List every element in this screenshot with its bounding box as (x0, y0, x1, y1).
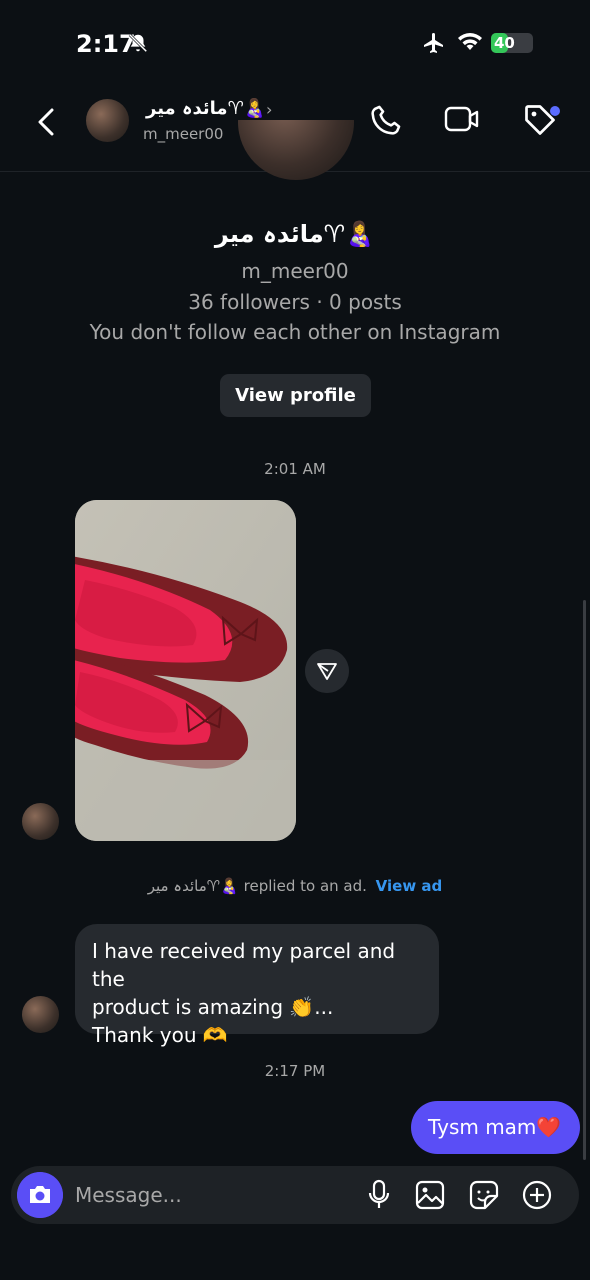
timestamp: 2:17 PM (264, 1062, 326, 1080)
profile-name: مائدہ میر♈👩‍🍼 (214, 220, 376, 248)
phone-call-button[interactable] (370, 102, 404, 136)
airplane-mode-icon (424, 33, 443, 53)
avatar[interactable] (22, 996, 59, 1033)
follow-status: You don't follow each other on Instagram (89, 320, 501, 344)
outgoing-message-bubble[interactable]: Tysm mam❤️ (411, 1101, 580, 1154)
view-ad-link[interactable]: View ad (376, 877, 443, 895)
shoes-photo (75, 500, 296, 841)
incoming-message-bubble[interactable]: I have received my parcel and the produc… (75, 924, 439, 1047)
share-icon[interactable] (305, 649, 349, 693)
profile-stats: 36 followers · 0 posts (188, 290, 402, 314)
message-input[interactable] (75, 1175, 345, 1215)
scrollbar[interactable] (583, 600, 586, 1160)
sticker-icon[interactable] (468, 1179, 500, 1211)
battery-indicator: 40 (491, 33, 533, 53)
chevron-right-icon[interactable]: › (266, 100, 272, 119)
photo-message[interactable] (75, 500, 296, 841)
message-composer (11, 1166, 579, 1224)
message-line: product is amazing 👏... (92, 995, 334, 1019)
avatar[interactable] (22, 803, 59, 840)
header-contact-name[interactable]: مائدہ میر♈👩‍🍼 (146, 98, 266, 119)
avatar[interactable] (86, 99, 129, 142)
message-line: I have received my parcel and the (92, 939, 396, 991)
status-bar: 2:17 40 (0, 0, 590, 80)
wifi-icon (458, 33, 482, 50)
notification-dot (550, 106, 560, 116)
ad-reply-sender: مائدہ میر♈👩‍🍼 (147, 877, 239, 895)
microphone-icon[interactable] (366, 1179, 392, 1211)
bell-muted-icon (128, 33, 148, 53)
profile-avatar[interactable] (238, 120, 354, 180)
gallery-icon[interactable] (414, 1179, 446, 1211)
message-line: Thank you 🫶 (92, 1023, 228, 1047)
video-call-button[interactable] (444, 104, 480, 134)
header-username[interactable]: m_meer00 (143, 125, 223, 143)
back-button[interactable] (32, 104, 64, 140)
profile-username: m_meer00 (241, 259, 349, 283)
add-icon[interactable] (521, 1179, 553, 1211)
ad-reply-text: replied to an ad. (243, 877, 367, 895)
timestamp: 2:01 AM (264, 460, 326, 478)
battery-percent: 40 (494, 34, 515, 52)
camera-button[interactable] (17, 1172, 63, 1218)
ad-reply-note: مائدہ میر♈👩‍🍼 replied to an ad. View ad (0, 877, 590, 895)
view-profile-button[interactable]: View profile (220, 374, 371, 417)
